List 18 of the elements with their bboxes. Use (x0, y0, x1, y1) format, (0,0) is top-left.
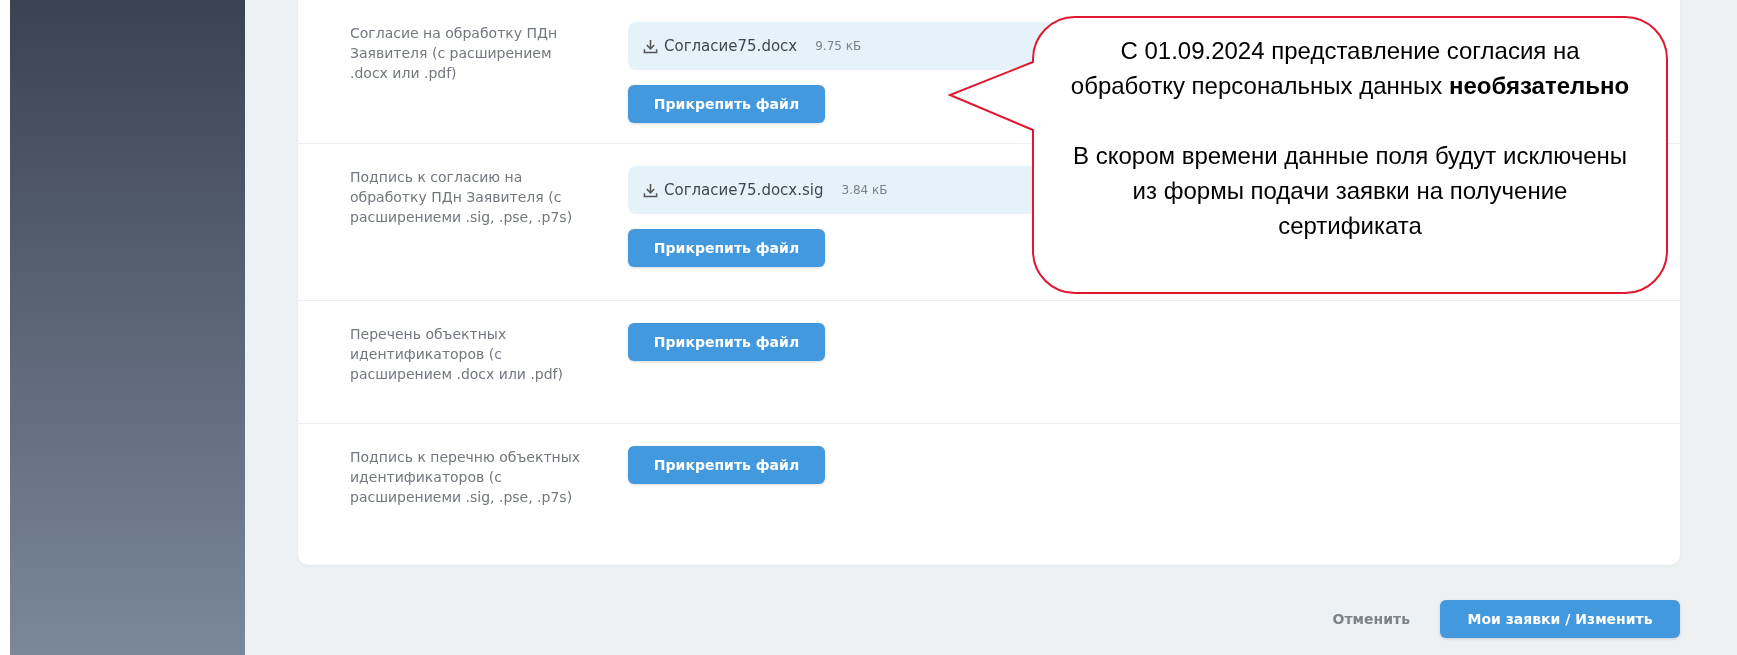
tooltip-text: С 01.09.2024 представление согласия на обработку персональных данных необязательно (1069, 36, 1631, 101)
field-label: Согласие на обработку ПДн Заявителя (с расширением .docx или .pdf) (350, 24, 559, 83)
field-label: Подпись к перечню объектных идентификаторов (с расширениеми .sig, .pse, .p7s) (350, 448, 582, 507)
file-size: 9.75 кБ (815, 39, 862, 53)
file-size: 3.84 кБ (841, 183, 888, 197)
file-name: Согласие75.docx.sig (664, 181, 824, 199)
field-label: Подпись к согласию на обработку ПДн Заявителя (с расширениеми .sig, .pse, .p7s) (350, 168, 574, 227)
attach-file-button[interactable]: Прикрепить файл (628, 229, 825, 267)
attach-file-button[interactable]: Прикрепить файл (628, 85, 825, 123)
tooltip-text: В скором времени данные поля будут исключены из формы подачи заявки на получение сертификата (1072, 141, 1628, 241)
submit-button[interactable]: Мои заявки / Изменить (1440, 600, 1680, 638)
cancel-link[interactable]: Отменить (1326, 610, 1416, 628)
attach-file-button[interactable]: Прикрепить файл (628, 446, 825, 484)
download-icon (643, 38, 658, 54)
attach-file-button[interactable]: Прикрепить файл (628, 323, 825, 361)
file-name: Согласие75.docx (664, 37, 798, 55)
download-icon (643, 182, 658, 198)
field-label: Перечень объектных идентификаторов (с расширением .docx или .pdf) (350, 325, 564, 384)
